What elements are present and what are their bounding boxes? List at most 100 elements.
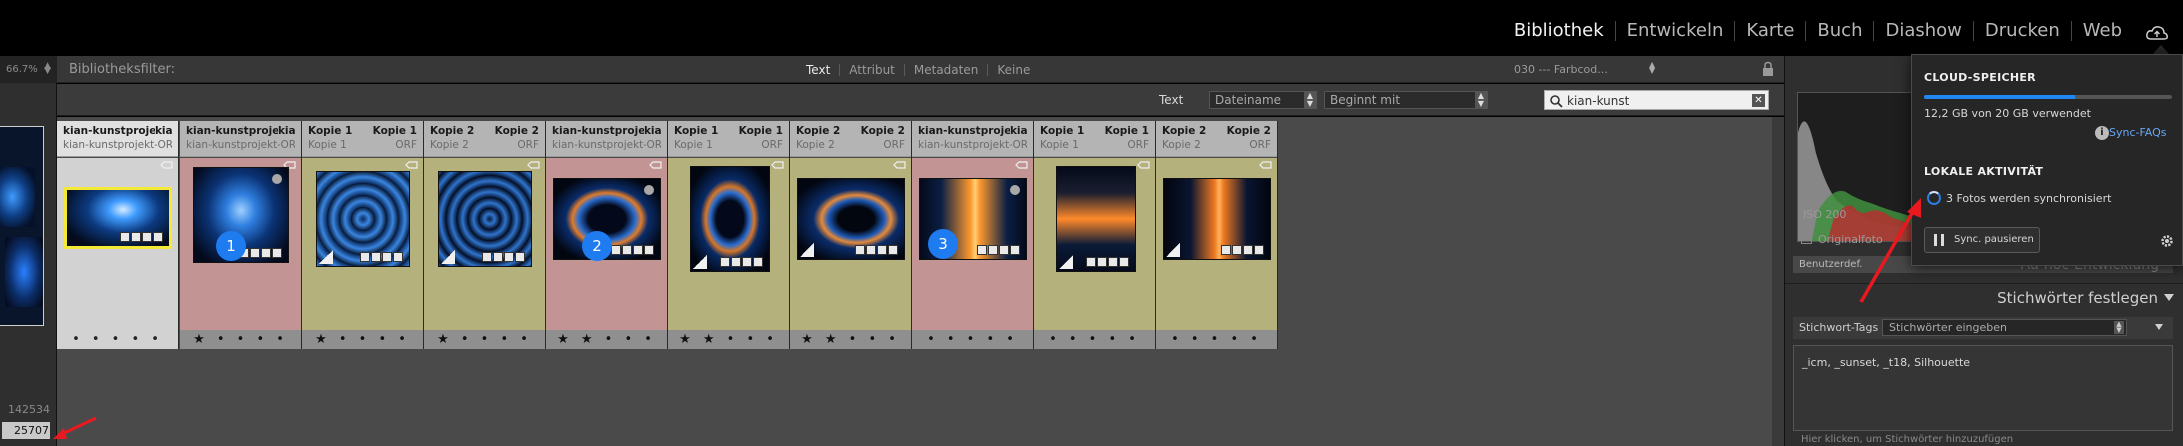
sync-faq-link[interactable]: Sync-FAQs [2109, 126, 2167, 139]
collection-badge-icon[interactable] [988, 245, 998, 255]
lock-icon[interactable] [1762, 61, 1774, 77]
search-field-select[interactable]: Dateiname ▲ ▼ [1209, 91, 1317, 109]
star-rating[interactable]: • • • • • [912, 330, 1033, 349]
module-entwickeln[interactable]: Entwickeln [1616, 20, 1735, 41]
photo-thumbnail[interactable] [1163, 178, 1271, 260]
develop-badge-icon[interactable] [1254, 245, 1264, 255]
cell-thumbnail-area[interactable] [57, 158, 178, 330]
sync-flag-icon[interactable] [1259, 161, 1272, 169]
keywording-header[interactable]: Stichwörter festlegen [1785, 283, 2183, 311]
sync-flag-icon[interactable] [649, 161, 662, 169]
photo-thumbnail[interactable] [1056, 166, 1136, 272]
collection-badge-icon[interactable] [371, 252, 381, 262]
crop-badge-icon[interactable] [877, 245, 887, 255]
filter-mode-metadaten[interactable]: Metadaten [905, 63, 987, 77]
crop-badge-icon[interactable] [504, 252, 514, 262]
collapse-triangle-icon[interactable] [2164, 294, 2174, 301]
photo-thumbnail[interactable] [438, 171, 532, 267]
sync-flag-icon[interactable] [771, 161, 784, 169]
cell-thumbnail-area[interactable] [790, 158, 911, 330]
collection-badge-icon[interactable] [250, 248, 260, 258]
crop-badge-icon[interactable] [142, 232, 152, 242]
develop-badge-icon[interactable] [1119, 257, 1129, 267]
develop-badge-icon[interactable] [1010, 245, 1020, 255]
keyword-badge-icon[interactable] [855, 245, 865, 255]
crop-badge-icon[interactable] [633, 245, 643, 255]
keyword-badge-icon[interactable] [120, 232, 130, 242]
keyword-badge-icon[interactable] [1086, 257, 1096, 267]
collection-badge-icon[interactable] [866, 245, 876, 255]
star-rating[interactable]: • • • • • [57, 330, 178, 349]
gear-icon[interactable] [2159, 233, 2175, 249]
search-rule-select[interactable]: Beginnt mit ▲ ▼ [1324, 91, 1488, 109]
keyword-entry-select[interactable]: Stichwörter eingeben ▲ ▼ [1882, 319, 2127, 336]
module-drucken[interactable]: Drucken [1974, 20, 2071, 41]
grid-cell[interactable]: Kopie 2 Kopie 2 Kopie 2 ORF ★ • • • • [424, 121, 546, 349]
filter-mode-keine[interactable]: Keine [988, 63, 1039, 77]
develop-badge-icon[interactable] [753, 257, 763, 267]
photo-thumbnail[interactable] [64, 187, 172, 249]
keyword-badge-icon[interactable] [1221, 245, 1231, 255]
sync-flag-icon[interactable] [1015, 161, 1028, 169]
search-input[interactable]: kian-kunst ✕ [1544, 90, 1769, 110]
collection-badge-icon[interactable] [1097, 257, 1107, 267]
develop-badge-icon[interactable] [272, 248, 282, 258]
crop-badge-icon[interactable] [382, 252, 392, 262]
star-rating[interactable]: ★ • • • • [302, 330, 423, 349]
info-icon[interactable]: i [2095, 126, 2109, 140]
collection-badge-icon[interactable] [731, 257, 741, 267]
module-bibliothek[interactable]: Bibliothek [1503, 20, 1615, 41]
grid-cell[interactable]: Kopie 1 Kopie 1 Kopie 1 ORF ★ • • • • [302, 121, 424, 349]
collection-badge-icon[interactable] [622, 245, 632, 255]
keyword-badge-icon[interactable] [720, 257, 730, 267]
star-rating[interactable]: ★ ★ • • • [546, 330, 667, 349]
module-diashow[interactable]: Diashow [1874, 20, 1972, 41]
crop-badge-icon[interactable] [999, 245, 1009, 255]
cell-thumbnail-area[interactable] [1156, 158, 1277, 330]
develop-badge-icon[interactable] [153, 232, 163, 242]
sync-flag-icon[interactable] [1137, 161, 1150, 169]
crop-badge-icon[interactable] [1243, 245, 1253, 255]
grid-cell[interactable]: Kopie 2 Kopie 2 Kopie 2 ORF ★ ★ • • • [790, 121, 912, 349]
photo-thumbnail[interactable] [690, 166, 770, 272]
module-karte[interactable]: Karte [1735, 20, 1805, 41]
keywords-textarea[interactable]: _icm, _sunset, _t18, Silhouette [1793, 345, 2173, 431]
photo-thumbnail[interactable] [316, 171, 410, 267]
keyword-badge-icon[interactable] [360, 252, 370, 262]
star-rating[interactable]: ★ ★ • • • [668, 330, 789, 349]
star-rating[interactable]: ★ • • • • [424, 330, 545, 349]
sync-flag-icon[interactable] [893, 161, 906, 169]
filter-mode-attribut[interactable]: Attribut [840, 63, 904, 77]
sync-flag-icon[interactable] [405, 161, 418, 169]
photo-thumbnail[interactable] [797, 178, 905, 260]
cloud-sync-icon[interactable] [2145, 24, 2169, 42]
develop-badge-icon[interactable] [393, 252, 403, 262]
star-rating[interactable]: ★ • • • • [180, 330, 301, 349]
original-photo-toggle[interactable]: Originalfoto [1801, 233, 1883, 246]
keyword-badge-icon[interactable] [611, 245, 621, 255]
grid-cell[interactable]: Kopie 1 Kopie 1 Kopie 1 ORF • • • • • [1034, 121, 1156, 349]
module-web[interactable]: Web [2072, 20, 2133, 41]
star-rating[interactable]: • • • • • [1034, 330, 1155, 349]
cell-thumbnail-area[interactable] [668, 158, 789, 330]
collection-badge-icon[interactable] [493, 252, 503, 262]
grid-cell[interactable]: Kopie 2 Kopie 2 Kopie 2 ORF • • • • • [1156, 121, 1278, 349]
clear-search-icon[interactable]: ✕ [1752, 94, 1765, 107]
crop-badge-icon[interactable] [1108, 257, 1118, 267]
keyword-options-icon[interactable] [2155, 324, 2163, 330]
zoom-stepper-icon[interactable]: ▲ ▼ [44, 62, 51, 76]
keyword-badge-icon[interactable] [977, 245, 987, 255]
navigator-zoom[interactable]: 66.7% ▲ ▼ [0, 56, 57, 83]
navigator-preview[interactable] [0, 126, 44, 326]
grid-cell[interactable]: kian-kunstprojekt-886.ORFkia...kian-kuns… [57, 121, 179, 349]
filter-mode-text[interactable]: Text [797, 63, 839, 77]
develop-badge-icon[interactable] [644, 245, 654, 255]
collection-badge-icon[interactable] [131, 232, 141, 242]
grid-scrollbar[interactable] [1772, 117, 1784, 446]
crop-badge-icon[interactable] [261, 248, 271, 258]
sync-flag-icon[interactable] [527, 161, 540, 169]
grid-cell[interactable]: Kopie 1 Kopie 1 Kopie 1 ORF ★ ★ • • • [668, 121, 790, 349]
develop-badge-icon[interactable] [515, 252, 525, 262]
star-rating[interactable]: • • • • • [1156, 330, 1277, 349]
sync-flag-icon[interactable] [160, 161, 173, 169]
